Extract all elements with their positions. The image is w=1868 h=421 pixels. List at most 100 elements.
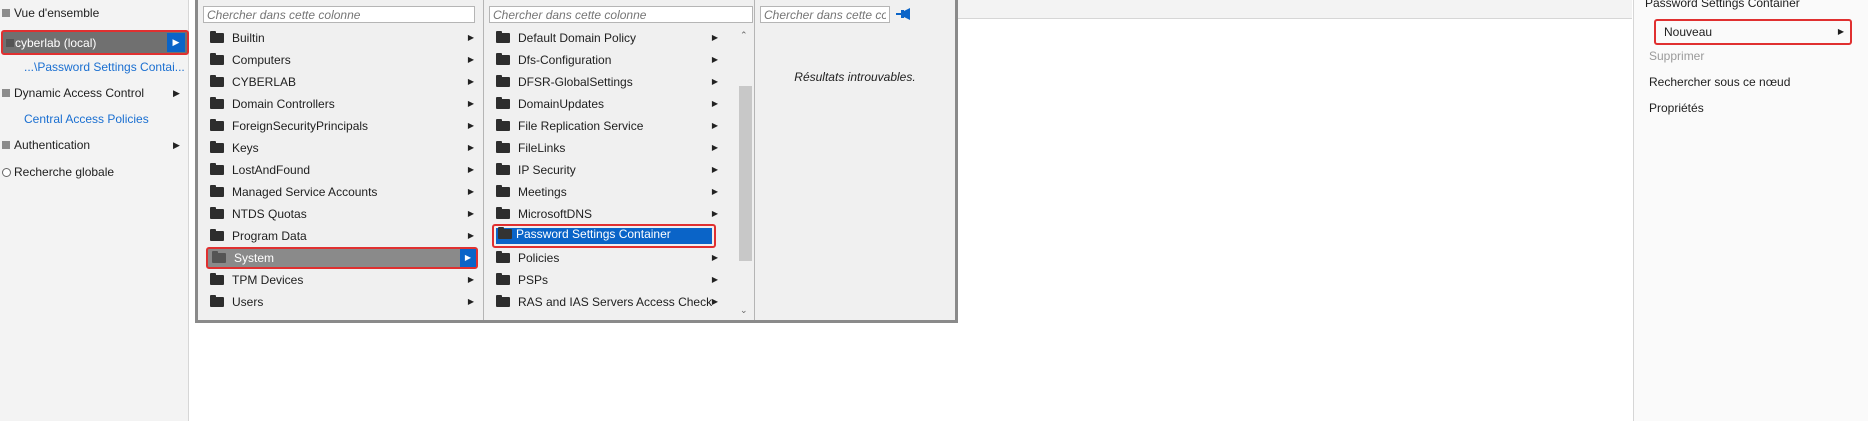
scrollbar-thumb[interactable] [739,86,752,261]
nav-domain-cyberlab[interactable]: cyberlab (local) ▶ [1,30,189,55]
list-item[interactable]: Dfs-Configuration ▶ [492,50,722,70]
expand-arrow-icon[interactable]: ▶ [712,160,718,180]
list-item[interactable]: NTDS Quotas ▶ [206,204,478,224]
expand-arrow-icon[interactable]: ▶ [468,204,474,224]
list-item-label: Program Data [232,229,307,243]
expand-arrow-icon[interactable]: ▶ [468,28,474,48]
expand-arrow-icon[interactable]: ▶ [460,249,476,267]
list-item-label: PSPs [518,273,549,287]
expand-arrow-icon[interactable]: ▶ [712,50,718,70]
folder-icon [210,75,224,87]
task-new[interactable]: Nouveau ▶ [1654,19,1852,45]
nav-central-access-policies[interactable]: Central Access Policies [24,108,149,130]
expand-arrow-icon[interactable]: ▶ [712,94,718,114]
expand-arrow-icon[interactable]: ▶ [468,270,474,290]
folder-icon [210,97,224,109]
nav-overview-label: Vue d'ensemble [14,6,100,20]
list-item[interactable]: System ▶ [206,247,478,269]
list-item-label: RAS and IAS Servers Access Check [518,295,713,309]
folder-icon [210,229,224,241]
column-2-search-input[interactable] [489,6,753,23]
expand-arrow-icon[interactable]: ▶ [712,116,718,136]
folder-icon [496,207,510,219]
expand-arrow-icon[interactable]: ▶ [468,72,474,92]
scroll-up-icon[interactable]: ⌃ [740,30,748,41]
list-item-label: NTDS Quotas [232,207,307,221]
expand-arrow-icon[interactable]: ▶ [468,182,474,202]
expand-arrow-icon[interactable]: ▶ [712,182,718,202]
nav-authentication[interactable]: Authentication ▶ [0,134,188,156]
nav-breadcrumb-link[interactable]: ...\Password Settings Contai... [24,56,185,78]
expand-arrow-icon[interactable]: ▶ [468,226,474,246]
list-item[interactable]: LostAndFound ▶ [206,160,478,180]
expand-arrow-icon[interactable]: ▶ [468,50,474,70]
list-item[interactable]: RAS and IAS Servers Access Check ▶ [492,292,722,312]
folder-icon [496,251,510,263]
list-item[interactable]: Domain Controllers ▶ [206,94,478,114]
list-item[interactable]: DFSR-GlobalSettings ▶ [492,72,722,92]
expand-arrow-icon[interactable]: ▶ [712,204,718,224]
expand-arrow-icon[interactable]: ▶ [468,94,474,114]
expand-arrow-icon[interactable]: ▶ [712,28,718,48]
expand-arrow-icon[interactable]: ▶ [468,160,474,180]
list-item[interactable]: File Replication Service ▶ [492,116,722,136]
list-item[interactable]: Builtin ▶ [206,28,478,48]
folder-icon [498,227,512,239]
navigation-pane: Vue d'ensemble cyberlab (local) ▶ ...\Pa… [0,0,189,421]
expand-arrow-icon[interactable]: ▶ [173,82,180,104]
tasks-pane: Password Settings Container ⌃ Nouveau ▶ … [1633,0,1868,421]
expand-arrow-icon[interactable]: ▶ [712,72,718,92]
nav-dynamic-access-control[interactable]: Dynamic Access Control ▶ [0,82,188,104]
expand-arrow-icon[interactable]: ▶ [468,116,474,136]
list-item[interactable]: Program Data ▶ [206,226,478,246]
list-item[interactable]: Keys ▶ [206,138,478,158]
task-search-under-node[interactable]: Rechercher sous ce nœud [1649,71,1790,93]
search-icon [2,168,11,177]
pin-icon[interactable] [895,7,911,21]
column-2-scrollbar[interactable]: ⌃ ⌄ [738,26,753,318]
list-item-label: Policies [518,251,560,265]
folder-icon [210,163,224,175]
list-item[interactable]: FileLinks ▶ [492,138,722,158]
expand-arrow-icon[interactable]: ▶ [712,270,718,290]
expand-arrow-icon[interactable]: ▶ [712,248,718,268]
collapse-icon[interactable]: ⌃ [1847,0,1857,8]
list-item[interactable]: Computers ▶ [206,50,478,70]
list-item[interactable]: PSPs ▶ [492,270,722,290]
expand-arrow-icon[interactable]: ▶ [468,138,474,158]
folder-icon [496,75,510,87]
list-item[interactable]: MicrosoftDNS ▶ [492,204,722,224]
column-1-search-input[interactable] [203,6,475,23]
list-item[interactable]: Password Settings Container [492,224,716,248]
list-item-label: LostAndFound [232,163,311,177]
expand-arrow-icon[interactable]: ▶ [167,33,185,52]
list-item[interactable]: TPM Devices ▶ [206,270,478,290]
list-item[interactable]: Policies ▶ [492,248,722,268]
list-item[interactable]: Users ▶ [206,292,478,312]
no-results-message: Résultats introuvables. [794,70,916,84]
nav-global-search-label: Recherche globale [14,165,115,179]
folder-icon [210,185,224,197]
list-item-label: MicrosoftDNS [518,207,593,221]
task-delete[interactable]: Supprimer [1649,45,1704,67]
list-item[interactable]: Meetings ▶ [492,182,722,202]
list-item-label: Users [232,295,264,309]
scroll-down-icon[interactable]: ⌄ [740,305,748,316]
column-3-search-input[interactable] [760,6,890,23]
task-properties[interactable]: Propriétés [1649,97,1704,119]
list-item[interactable]: Managed Service Accounts ▶ [206,182,478,202]
expand-arrow-icon[interactable]: ▶ [712,138,718,158]
list-item-label: Meetings [518,185,567,199]
expand-arrow-icon[interactable]: ▶ [468,292,474,312]
nav-domain-label: cyberlab (local) [15,36,97,50]
folder-icon [496,119,510,131]
list-item[interactable]: DomainUpdates ▶ [492,94,722,114]
list-item-label: System [234,251,275,265]
folder-icon [210,53,224,65]
expand-arrow-icon[interactable]: ▶ [173,134,180,156]
list-item[interactable]: ForeignSecurityPrincipals ▶ [206,116,478,136]
list-item[interactable]: IP Security ▶ [492,160,722,180]
expand-arrow-icon[interactable]: ▶ [712,292,718,312]
list-item[interactable]: Default Domain Policy ▶ [492,28,722,48]
list-item[interactable]: CYBERLAB ▶ [206,72,478,92]
